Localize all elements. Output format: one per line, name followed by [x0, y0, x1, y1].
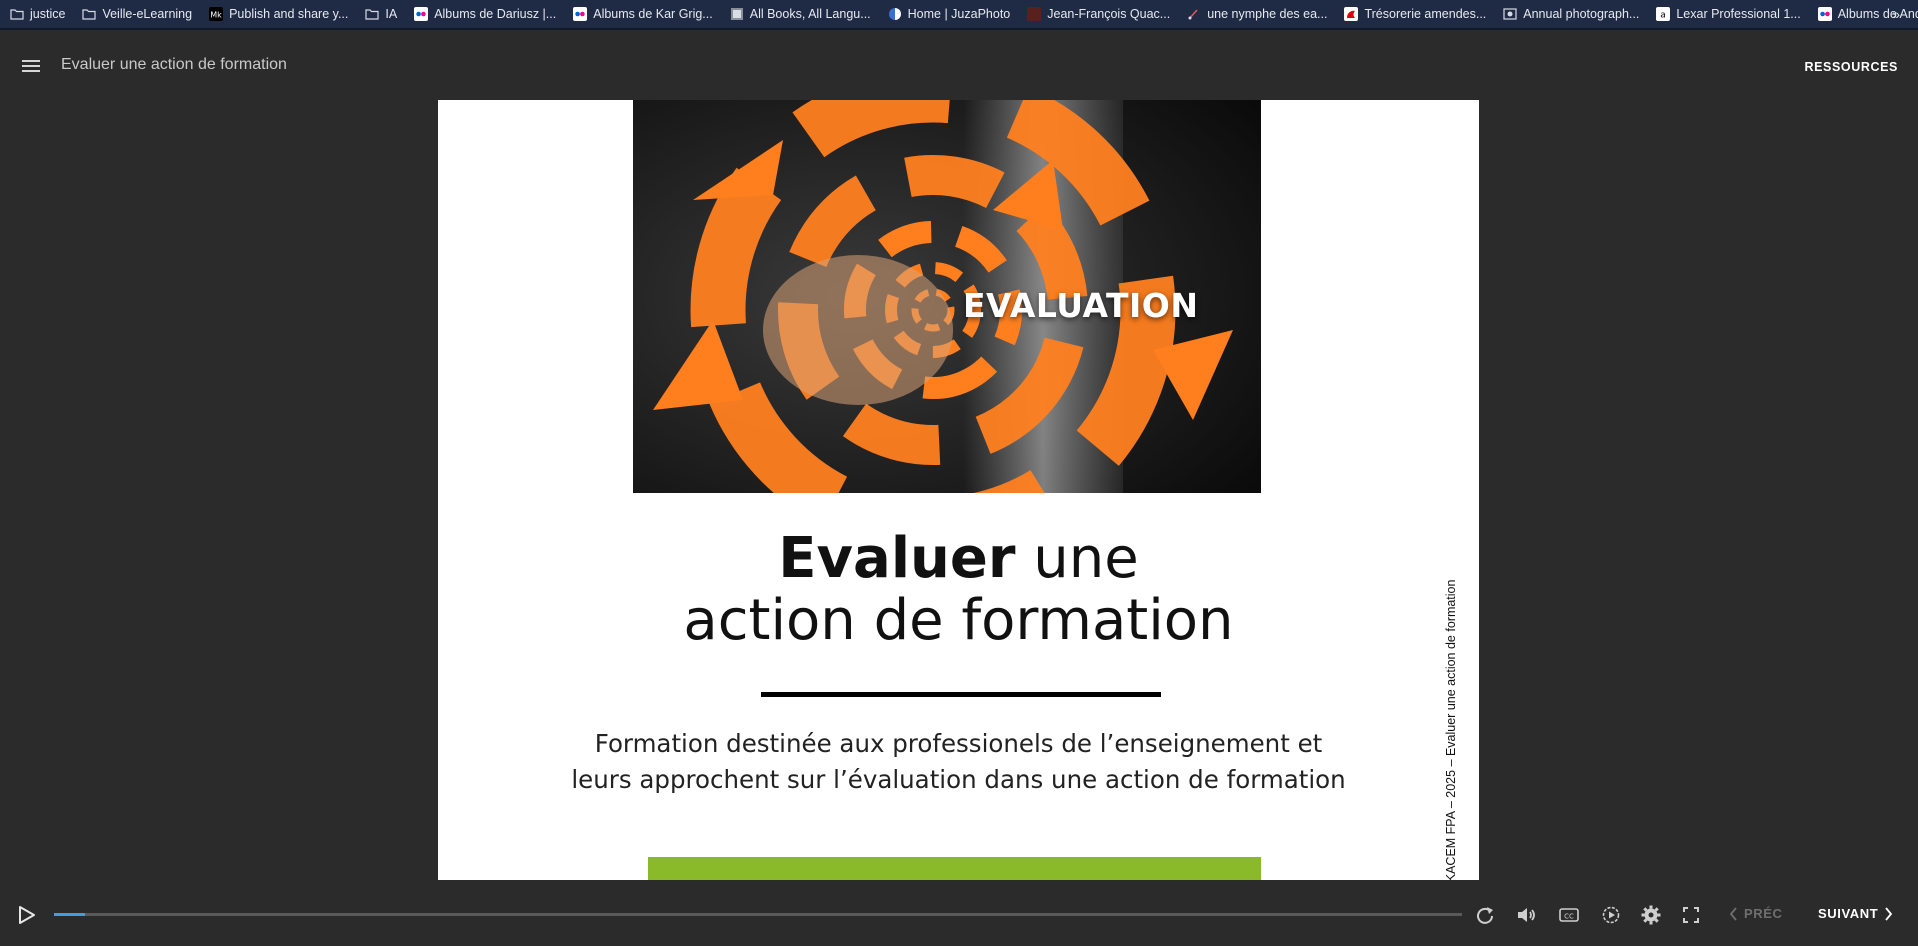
- title-bold: Evaluer: [778, 526, 1016, 591]
- prev-button[interactable]: PRÉC: [1729, 906, 1783, 921]
- bookmark-label: Annual photograph...: [1523, 7, 1640, 21]
- book-icon: [730, 7, 744, 21]
- settings-gear-icon[interactable]: [1640, 904, 1662, 926]
- bookmark-item[interactable]: a Lexar Professional 1...: [1656, 7, 1801, 21]
- captions-icon[interactable]: CC: [1558, 904, 1580, 926]
- bookmark-item[interactable]: Annual photograph...: [1503, 7, 1639, 21]
- bookmark-item[interactable]: Jean-François Quac...: [1027, 7, 1170, 21]
- divider: [761, 692, 1161, 697]
- fullscreen-icon[interactable]: [1680, 904, 1702, 926]
- progress-fill: [54, 913, 85, 916]
- bookmark-item[interactable]: All Books, All Langu...: [730, 7, 871, 21]
- amazon-icon: a: [1656, 7, 1671, 21]
- chevron-left-icon: [1729, 906, 1737, 921]
- bookmark-label: Albums de Kar Grig...: [593, 7, 713, 21]
- bookmark-label: Lexar Professional 1...: [1676, 7, 1801, 21]
- flickr-icon: [573, 7, 588, 21]
- photo-icon: [1503, 7, 1517, 21]
- title-rest: une: [1015, 526, 1139, 591]
- bookmark-item[interactable]: Mk Publish and share y...: [209, 7, 348, 21]
- bookmark-item[interactable]: une nymphe des ea...: [1187, 7, 1327, 21]
- bookmark-item[interactable]: justice: [10, 7, 65, 21]
- subtitle-line1: Formation destinée aux professionels de …: [594, 729, 1323, 758]
- side-credit-text: Karim BELKACEM FPA – 2025 – Evaluer une …: [1444, 579, 1458, 880]
- side-credit: Karim BELKACEM FPA – 2025 – Evaluer une …: [1442, 472, 1458, 880]
- bookmark-item[interactable]: Albums de Dariusz |...: [414, 7, 556, 21]
- flickr-icon: [1817, 7, 1832, 21]
- svg-text:a: a: [1661, 11, 1667, 21]
- folder-icon: [10, 7, 24, 21]
- resources-button[interactable]: RESSOURCES: [1804, 60, 1898, 74]
- bookmark-label: Albums de Andrew...: [1837, 7, 1918, 21]
- replay-icon[interactable]: [1474, 904, 1496, 926]
- bookmark-item[interactable]: IA: [365, 7, 397, 21]
- pen-icon: [1187, 7, 1201, 21]
- site-icon: [1027, 7, 1042, 21]
- bookmark-label: Home | JuzaPhoto: [907, 7, 1011, 21]
- bookmark-item[interactable]: Veille-eLearning: [82, 7, 192, 21]
- slide-title: Evaluer une action de formation: [438, 528, 1479, 652]
- svg-text:CC: CC: [1564, 913, 1574, 921]
- chevron-right-icon: [1885, 906, 1893, 921]
- hero-image: EVALUATION: [633, 100, 1261, 493]
- bookmarks-bar: justice Veille-eLearning Mk Publish and sha…: [0, 0, 1918, 30]
- subtitle-line2: leurs approchent sur l’évaluation dans u…: [571, 765, 1346, 794]
- play-icon[interactable]: [18, 905, 36, 925]
- bookmark-label: Albums de Dariusz |...: [434, 7, 557, 21]
- marianne-icon: [1344, 7, 1359, 21]
- title-line2: action de formation: [683, 588, 1234, 653]
- folder-icon: [365, 7, 379, 21]
- volume-icon[interactable]: [1515, 904, 1537, 926]
- folder-icon: [82, 7, 97, 21]
- bookmark-label: Jean-François Quac...: [1047, 7, 1171, 21]
- course-title: Evaluer une action de formation: [61, 56, 287, 73]
- player-top-bar: Evaluer une action de formation RESSOURC…: [0, 34, 1918, 98]
- bookmark-label: All Books, All Langu...: [749, 7, 871, 21]
- bookmark-item[interactable]: Albums de Andrew...: [1817, 7, 1918, 21]
- bookmarks-overflow-icon[interactable]: »: [1892, 6, 1900, 22]
- slide-subtitle: Formation destinée aux professionels de …: [438, 726, 1479, 798]
- bookmark-label: IA: [385, 7, 398, 21]
- next-label: SUIVANT: [1818, 906, 1879, 921]
- prev-label: PRÉC: [1744, 906, 1783, 921]
- menu-icon[interactable]: [22, 57, 44, 75]
- hero-label: EVALUATION: [963, 286, 1199, 325]
- flickr-icon: [414, 7, 429, 21]
- green-accent-bar: [648, 857, 1261, 880]
- bookmark-label: une nymphe des ea...: [1207, 7, 1328, 21]
- bookmark-item[interactable]: Albums de Kar Grig...: [573, 7, 713, 21]
- svg-text:Mk: Mk: [210, 11, 222, 20]
- bookmark-label: Publish and share y...: [229, 7, 349, 21]
- player-controls: CC PRÉC SUIVANT: [0, 892, 1918, 946]
- bookmark-label: Veille-eLearning: [102, 7, 193, 21]
- bookmark-item[interactable]: Trésorerie amendes...: [1344, 7, 1486, 21]
- next-button[interactable]: SUIVANT: [1818, 906, 1893, 921]
- slide: EVALUATION Evaluer une action de formati…: [438, 100, 1479, 880]
- medium-icon: Mk: [209, 7, 224, 21]
- bookmark-item[interactable]: Home | JuzaPhoto: [888, 7, 1011, 21]
- playback-speed-icon[interactable]: [1600, 904, 1622, 926]
- juza-icon: [888, 7, 902, 21]
- progress-bar[interactable]: [54, 913, 1462, 916]
- bookmark-label: justice: [30, 7, 66, 21]
- bookmark-label: Trésorerie amendes...: [1364, 7, 1487, 21]
